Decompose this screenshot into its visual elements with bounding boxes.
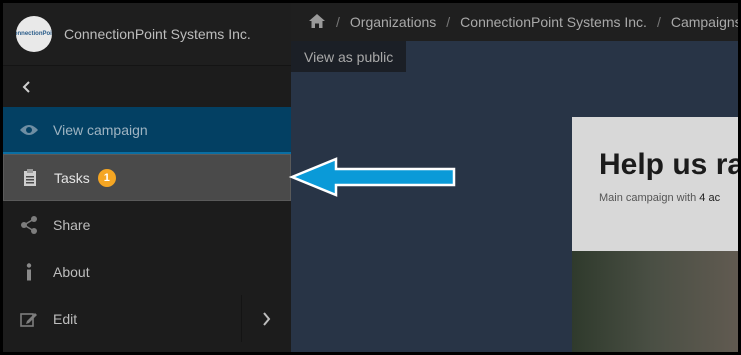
sidebar-item-label: Share: [53, 216, 91, 233]
sidebar-item-label: Tasks: [54, 169, 90, 186]
tasks-count-badge: 1: [97, 168, 116, 187]
share-icon: [19, 215, 39, 235]
org-header[interactable]: connectionPoint ConnectionPoint Systems …: [3, 3, 291, 65]
info-icon: [19, 262, 39, 282]
eye-icon: [19, 120, 39, 140]
sidebar-item-label: View campaign: [53, 121, 148, 138]
sidebar-item-about[interactable]: About: [3, 248, 291, 295]
sidebar-item-label: About: [53, 263, 90, 280]
breadcrumb: / Organizations / ConnectionPoint System…: [291, 3, 738, 41]
breadcrumb-separator: /: [656, 14, 661, 30]
campaign-image: [572, 251, 738, 352]
breadcrumb-campaigns[interactable]: Campaigns: [671, 14, 738, 30]
chevron-left-icon: [22, 80, 30, 93]
chevron-right-icon: [263, 311, 271, 326]
campaign-subtitle: Main campaign with 4 ac: [599, 192, 720, 204]
edit-expand-button[interactable]: [241, 295, 291, 342]
back-button[interactable]: [3, 65, 291, 107]
campaign-subtitle-prefix: Main campaign with: [599, 192, 700, 204]
edit-icon: [19, 309, 39, 329]
campaign-title: Help us ra: [599, 148, 738, 181]
breadcrumb-separator: /: [446, 14, 451, 30]
breadcrumb-separator: /: [336, 14, 340, 30]
breadcrumb-organization[interactable]: ConnectionPoint Systems Inc.: [460, 14, 647, 30]
breadcrumb-organizations[interactable]: Organizations: [350, 14, 436, 30]
org-name: ConnectionPoint Systems Inc.: [64, 26, 251, 42]
sidebar-item-edit[interactable]: Edit: [3, 295, 291, 342]
org-logo: connectionPoint: [16, 16, 52, 52]
sidebar-item-share[interactable]: Share: [3, 201, 291, 248]
screenshot-frame: connectionPoint ConnectionPoint Systems …: [0, 0, 741, 355]
pointer-arrow-annotation: [288, 157, 456, 197]
campaign-subtitle-count: 4 ac: [699, 192, 721, 204]
home-icon[interactable]: [308, 13, 326, 32]
sidebar-item-label: Edit: [53, 310, 78, 327]
sidebar: connectionPoint ConnectionPoint Systems …: [3, 3, 291, 352]
sidebar-item-tasks[interactable]: Tasks 1: [3, 154, 291, 201]
view-as-public-button[interactable]: View as public: [291, 41, 407, 72]
campaign-card: Help us ra Main campaign with 4 ac: [572, 117, 738, 352]
clipboard-icon: [20, 168, 40, 188]
sidebar-item-view-campaign[interactable]: View campaign: [3, 107, 291, 154]
